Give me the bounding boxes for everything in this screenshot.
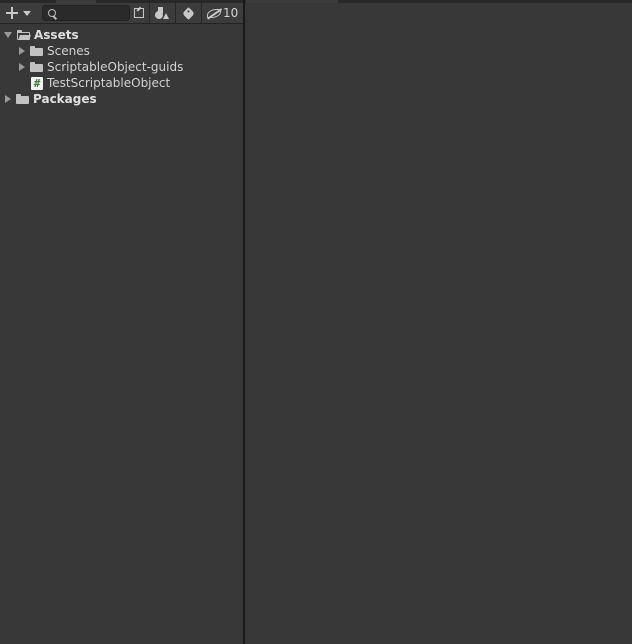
tree-item-packages[interactable]: Packages — [0, 91, 243, 107]
tag-icon — [181, 6, 195, 20]
chevron-down-icon — [23, 10, 31, 16]
plus-icon — [5, 6, 19, 20]
search-icon — [48, 9, 56, 17]
tree-item-scenes[interactable]: Scenes — [0, 43, 243, 59]
tree-item-label: ScriptableObject-guids — [47, 60, 184, 74]
folder-icon — [30, 46, 43, 56]
editor-window: 10 Assets Scenes ScriptableObject-guids … — [0, 0, 632, 644]
shapes-icon — [155, 6, 169, 20]
csharp-script-icon: # — [31, 76, 43, 90]
hidden-packages-toggle[interactable]: 10 — [205, 4, 241, 22]
create-dropdown-button[interactable] — [2, 4, 34, 22]
toolbar-separator — [201, 3, 202, 23]
tree-item-assets[interactable]: Assets — [0, 27, 243, 43]
project-pane: 10 Assets Scenes ScriptableObject-guids … — [0, 3, 243, 644]
foldout-closed-icon[interactable] — [19, 47, 25, 55]
foldout-closed-icon[interactable] — [5, 95, 11, 103]
foldout-closed-icon[interactable] — [19, 63, 25, 71]
tree-item-testscriptableobject[interactable]: # TestScriptableObject — [0, 75, 243, 91]
search-field[interactable] — [42, 5, 130, 21]
search-input[interactable] — [59, 6, 127, 20]
open-in-window-icon — [134, 8, 144, 18]
search-by-type-open-button[interactable] — [131, 4, 147, 22]
project-toolbar: 10 — [0, 3, 243, 24]
hidden-packages-count: 10 — [223, 6, 239, 20]
folder-icon — [16, 94, 29, 104]
filter-by-type-button[interactable] — [152, 4, 172, 22]
filter-by-label-button[interactable] — [178, 4, 198, 22]
foldout-open-icon[interactable] — [4, 32, 12, 38]
inspector-pane — [245, 3, 632, 644]
folder-icon — [30, 62, 43, 72]
tree-item-label: Packages — [33, 92, 97, 106]
toolbar-separator — [175, 3, 176, 23]
eye-hidden-icon — [207, 8, 221, 18]
toolbar-separator — [149, 3, 150, 23]
tree-item-scriptableobject-guids[interactable]: ScriptableObject-guids — [0, 59, 243, 75]
tree-item-label: Scenes — [47, 44, 90, 58]
tree-item-label: Assets — [34, 28, 79, 42]
tree-item-label: TestScriptableObject — [47, 76, 171, 90]
project-tree: Assets Scenes ScriptableObject-guids # T… — [0, 27, 243, 107]
folder-open-icon — [17, 30, 31, 40]
